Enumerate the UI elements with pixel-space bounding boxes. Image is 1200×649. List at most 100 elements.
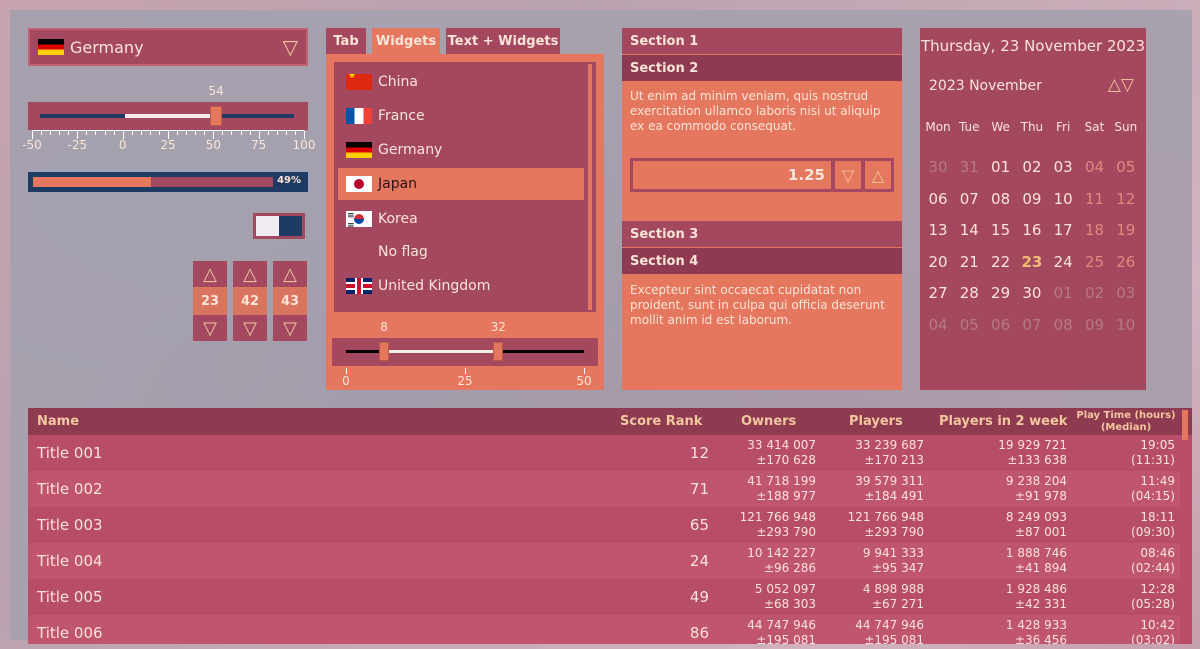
calendar-day[interactable]: 25 [1079,253,1111,271]
increment-button[interactable]: △ [273,261,307,287]
calendar-day[interactable]: 29 [985,284,1017,302]
calendar-day[interactable]: 18 [1079,221,1111,239]
stepper-value[interactable]: 43 [273,287,307,315]
stepper-value[interactable]: 42 [233,287,267,315]
calendar-day[interactable]: 02 [1016,158,1048,176]
table-scrollbar[interactable] [1182,410,1188,440]
range-low-handle[interactable] [379,342,390,361]
cell-score-rank: 24 [689,552,709,570]
calendar-day[interactable]: 26 [1110,253,1142,271]
column-header-players[interactable]: Players [849,408,903,435]
toggle-knob[interactable] [256,216,279,236]
calendar-day[interactable]: 16 [1016,221,1048,239]
table-row[interactable]: Title 002 71 41 718 199 ±188 977 39 579 311 ±… [28,471,1180,507]
section-2-header[interactable]: Section 2 [622,55,902,81]
value-slider[interactable] [28,102,308,130]
list-item-japan[interactable]: Japan [338,168,584,200]
stepper-value[interactable]: 23 [193,287,227,315]
calendar-day[interactable]: 03 [1110,284,1142,302]
list-item-korea[interactable]: Korea [338,203,584,235]
column-header-name[interactable]: Name [37,408,79,435]
calendar-day[interactable]: 30 [1016,284,1048,302]
section-3-header[interactable]: Section 3 [622,221,902,247]
list-item-china[interactable]: China [338,66,584,98]
spin-up-button[interactable]: △ [865,161,891,189]
calendar-day[interactable]: 23 [1016,253,1048,271]
slider-handle[interactable] [210,106,223,126]
list-item-no-flag[interactable]: No flag [338,236,584,268]
calendar-day[interactable]: 22 [985,253,1017,271]
slider-tick-label: 0 [118,138,127,152]
calendar-day[interactable]: 02 [1079,284,1111,302]
calendar-day[interactable]: 08 [985,190,1017,208]
calendar-day[interactable]: 21 [953,253,985,271]
column-header-owners[interactable]: Owners [741,408,796,435]
tab-text-widgets[interactable]: Text + Widgets [446,28,560,54]
calendar-day[interactable]: 07 [1016,316,1048,334]
calendar-day[interactable]: 15 [985,221,1017,239]
tab-widgets[interactable]: Widgets [372,28,440,54]
calendar-day[interactable]: 06 [985,316,1017,334]
tab-tab[interactable]: Tab [326,28,366,54]
table-row[interactable]: Title 001 12 33 414 007 ±170 628 33 239 687 ±… [28,435,1180,471]
column-header-players-2-week[interactable]: Players in 2 week [939,408,1067,435]
calendar-day[interactable]: 10 [1047,190,1079,208]
table-row[interactable]: Title 006 86 44 747 946 ±195 081 44 747 946 ±… [28,615,1180,644]
calendar-day[interactable]: 30 [922,158,954,176]
section-1-header[interactable]: Section 1 [622,28,902,54]
calendar-day[interactable]: 17 [1047,221,1079,239]
calendar-day[interactable]: 28 [953,284,985,302]
calendar-day[interactable]: 09 [1079,316,1111,334]
calendar-day[interactable]: 04 [922,316,954,334]
table-row[interactable]: Title 003 65 121 766 948 ±293 790 121 766 94… [28,507,1180,543]
increment-button[interactable]: △ [233,261,267,287]
country-listbox[interactable]: China France Germany Japan Korea No flag [334,62,596,312]
list-item-france[interactable]: France [338,100,584,132]
spin-down-button[interactable]: ▽ [835,161,861,189]
spinbox-value[interactable]: 1.25 [633,161,831,189]
calendar-day[interactable]: 10 [1110,316,1142,334]
calendar-day[interactable]: 05 [1110,158,1142,176]
cell-players-2-week-secondary: ±41 894 [1014,561,1067,575]
calendar-day[interactable]: 13 [922,221,954,239]
calendar-day[interactable]: 06 [922,190,954,208]
calendar-day[interactable]: 31 [953,158,985,176]
table-row[interactable]: Title 005 49 5 052 097 ±68 303 4 898 988 ±67 … [28,579,1180,615]
list-item-united-kingdom[interactable]: United Kingdom [338,270,584,302]
column-header-play-time[interactable]: Play Time (hours) (Median) [1074,408,1178,435]
calendar-day[interactable]: 07 [953,190,985,208]
decrement-button[interactable]: ▽ [273,315,307,341]
month-nav-icon[interactable]: △▽ [1108,75,1134,95]
decrement-button[interactable]: ▽ [193,315,227,341]
calendar-day[interactable]: 05 [953,316,985,334]
listbox-scrollbar[interactable] [588,64,592,310]
calendar-day[interactable]: 12 [1110,190,1142,208]
decrement-button[interactable]: ▽ [233,315,267,341]
chevron-down-icon[interactable]: ▽ [283,35,298,59]
calendar-day[interactable]: 01 [985,158,1017,176]
calendar-day[interactable]: 09 [1016,190,1048,208]
column-header-score-rank[interactable]: Score Rank [620,408,702,435]
calendar-date-title: Thursday, 23 November 2023 [920,37,1146,55]
calendar-day[interactable]: 01 [1047,284,1079,302]
calendar-day[interactable]: 04 [1079,158,1111,176]
range-slider[interactable] [332,338,598,366]
increment-button[interactable]: △ [193,261,227,287]
slider-tick [294,131,296,135]
list-item-germany[interactable]: Germany [338,134,584,166]
calendar-day[interactable]: 08 [1047,316,1079,334]
country-combobox[interactable]: Germany ▽ [28,28,308,66]
range-high-handle[interactable] [493,342,504,361]
calendar-day[interactable]: 27 [922,284,954,302]
calendar-day[interactable]: 19 [1110,221,1142,239]
toggle-switch[interactable] [253,213,305,239]
cell-players-2-week-value: 8 249 093 [1005,510,1067,524]
calendar-day[interactable]: 03 [1047,158,1079,176]
calendar-day[interactable]: 24 [1047,253,1079,271]
cell-play-time-secondary: (09:30) [1131,525,1175,539]
section-4-header[interactable]: Section 4 [622,248,902,274]
calendar-day[interactable]: 11 [1079,190,1111,208]
calendar-day[interactable]: 20 [922,253,954,271]
calendar-day[interactable]: 14 [953,221,985,239]
table-row[interactable]: Title 004 24 10 142 227 ±96 286 9 941 333 ±95… [28,543,1180,579]
